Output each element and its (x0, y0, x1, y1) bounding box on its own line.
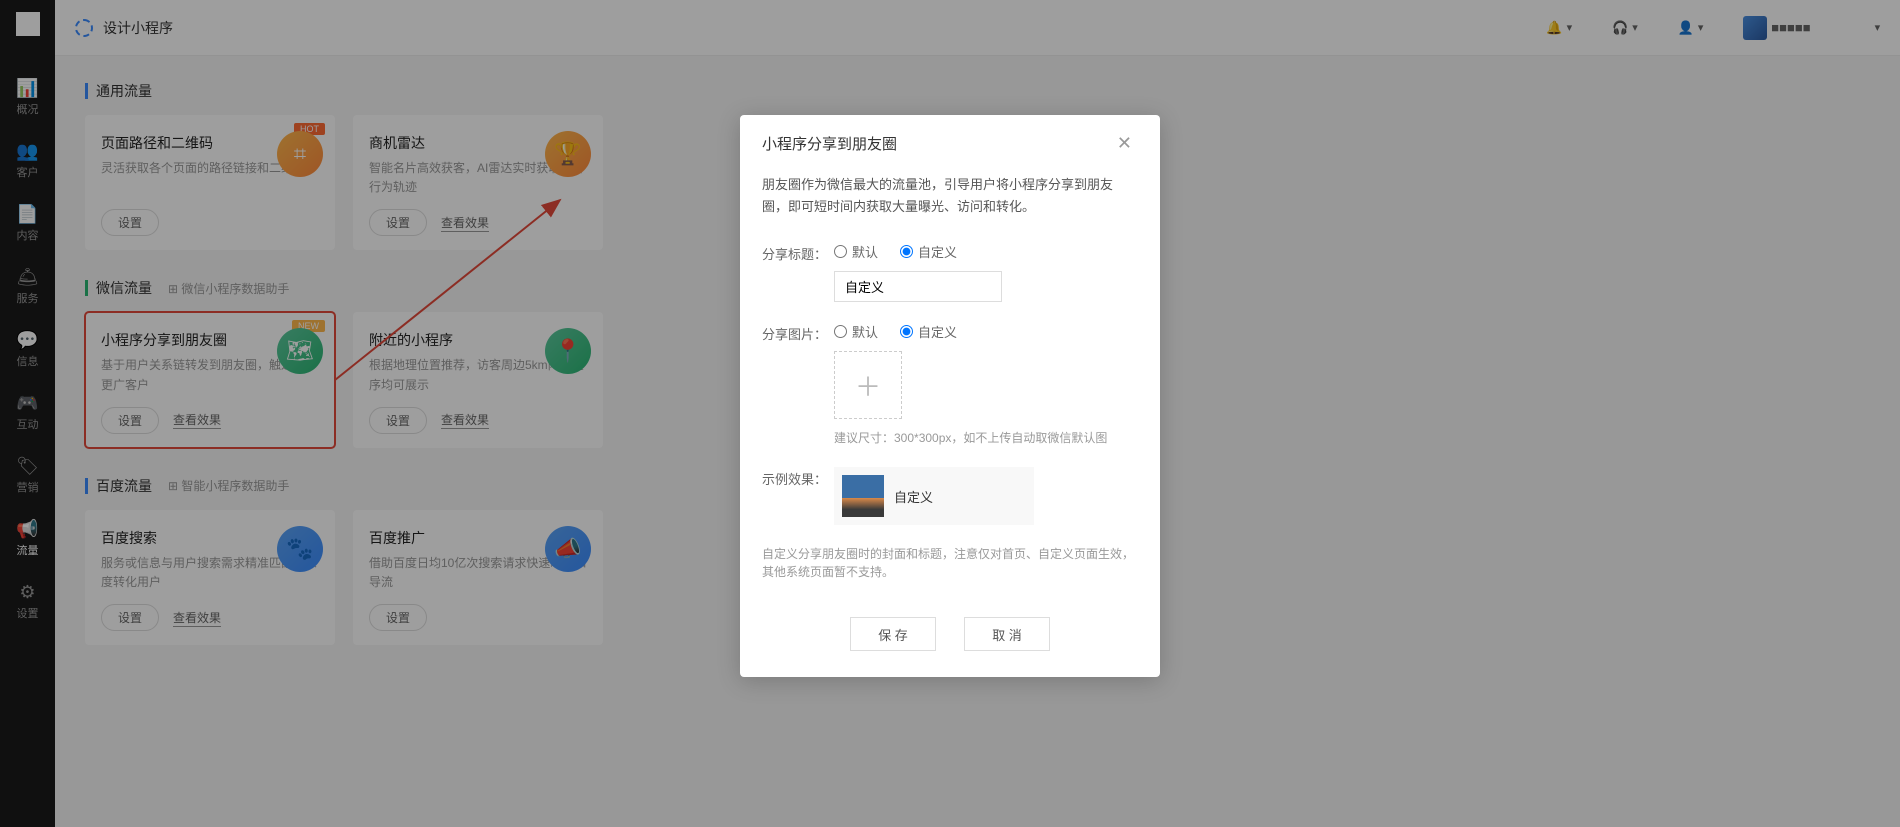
share-image-label: 分享图片： (762, 322, 834, 447)
preview-thumb (842, 475, 884, 517)
save-button[interactable]: 保 存 (850, 617, 936, 651)
preview-text: 自定义 (894, 487, 933, 506)
modal: 小程序分享到朋友圈 ✕ 朋友圈作为微信最大的流量池，引导用户将小程序分享到朋友圈… (740, 115, 1160, 677)
modal-overlay[interactable]: 小程序分享到朋友圈 ✕ 朋友圈作为微信最大的流量池，引导用户将小程序分享到朋友圈… (0, 0, 1900, 827)
radio-title-custom[interactable]: 自定义 (900, 242, 957, 261)
share-title-label: 分享标题： (762, 242, 834, 302)
preview-box: 自定义 (834, 467, 1034, 525)
preview-label: 示例效果： (762, 467, 834, 525)
modal-note: 自定义分享朋友圈时的封面和标题，注意仅对首页、自定义页面生效，其他系统页面暂不支… (762, 545, 1138, 581)
cancel-button[interactable]: 取 消 (964, 617, 1050, 651)
radio-title-default[interactable]: 默认 (834, 242, 878, 261)
image-uploader[interactable]: ＋ (834, 351, 902, 419)
radio-image-default[interactable]: 默认 (834, 322, 878, 341)
radio-image-custom[interactable]: 自定义 (900, 322, 957, 341)
share-title-input[interactable] (834, 271, 1002, 302)
close-icon[interactable]: ✕ (1111, 131, 1138, 156)
modal-intro: 朋友圈作为微信最大的流量池，引导用户将小程序分享到朋友圈，即可短时间内获取大量曝… (762, 174, 1138, 218)
upload-hint: 建议尺寸：300*300px，如不上传自动取微信默认图 (834, 429, 1138, 447)
modal-title: 小程序分享到朋友圈 (762, 133, 897, 154)
